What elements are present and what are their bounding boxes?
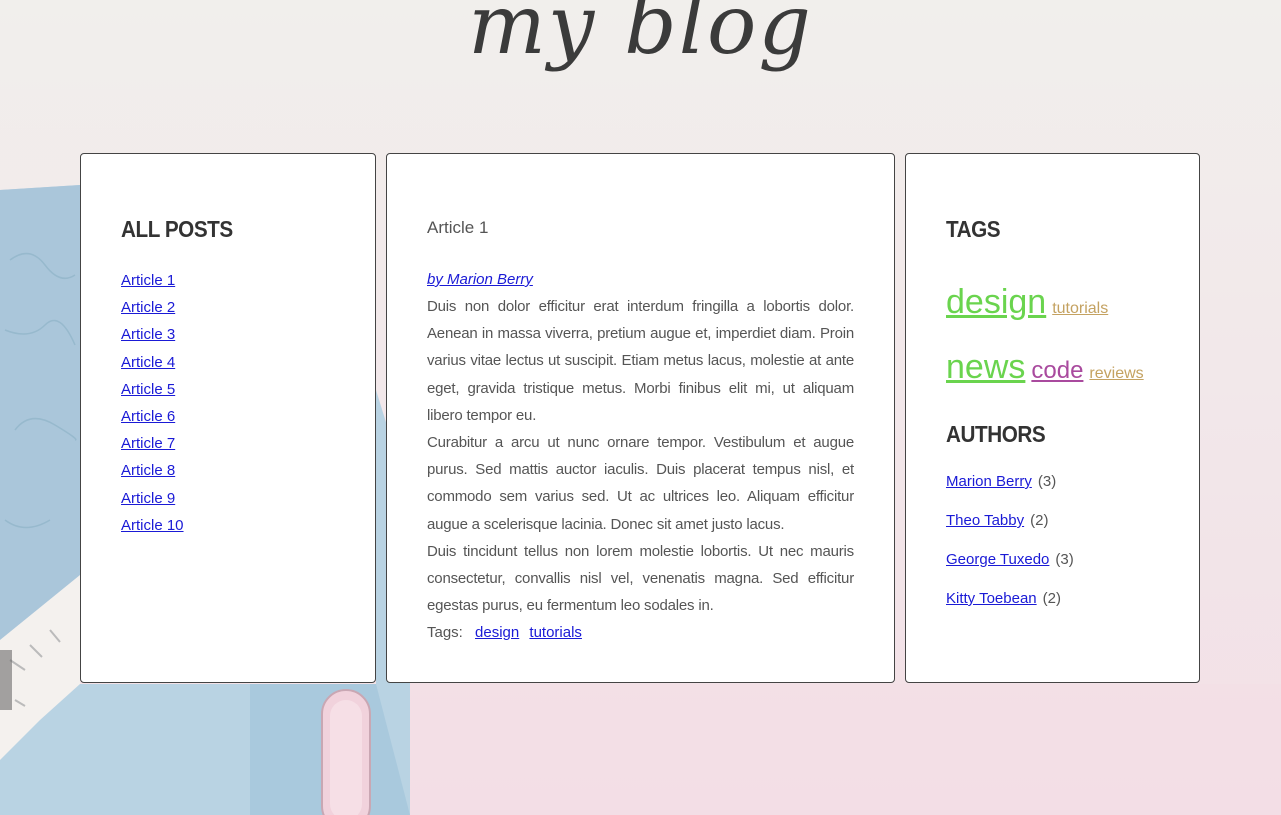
author-list: Marion Berry (3) Theo Tabby (2) George Tux…	[946, 468, 1159, 624]
all-posts-panel: ALL POSTS Article 1 Article 2 Article 3 …	[80, 153, 376, 683]
authors-heading: AUTHORS	[946, 421, 1046, 447]
article-tags: Tags: design tutorials	[427, 619, 854, 646]
list-item: Marion Berry (3)	[946, 468, 1159, 507]
list-item: Article 10	[121, 512, 335, 539]
tag-cloud: design tutorials news code reviews	[946, 273, 1159, 403]
post-link-5[interactable]: Article 5	[121, 381, 175, 398]
article-paragraph: Curabitur a arcu ut nunc ornare tempor. …	[427, 434, 854, 533]
author-post-count: (2)	[1030, 512, 1049, 529]
author-link[interactable]: Marion Berry	[946, 473, 1032, 490]
tags-heading: TAGS	[946, 216, 1001, 242]
author-link[interactable]: George Tuxedo	[946, 551, 1049, 568]
post-link-10[interactable]: Article 10	[121, 517, 184, 534]
list-item: Article 2	[121, 294, 335, 321]
all-posts-heading: ALL POSTS	[121, 216, 233, 242]
author-post-count: (3)	[1037, 473, 1057, 490]
tag-cloud-link[interactable]: tutorials	[1052, 280, 1108, 338]
list-item: Kitty Toebean (2)	[946, 585, 1159, 624]
post-link-9[interactable]: Article 9	[121, 490, 175, 507]
author-post-count: (2)	[1042, 590, 1061, 607]
article-paragraph: Duis tincidunt tellus non lorem molestie…	[427, 542, 854, 615]
list-item: Article 7	[121, 430, 335, 457]
list-item: George Tuxedo (3)	[946, 546, 1159, 585]
author-link[interactable]: Theo Tabby	[946, 512, 1024, 529]
list-item: Article 4	[121, 349, 335, 376]
list-item: Article 3	[121, 321, 335, 348]
post-link-2[interactable]: Article 2	[121, 299, 175, 316]
post-link-6[interactable]: Article 6	[121, 408, 175, 425]
post-link-7[interactable]: Article 7	[121, 435, 175, 452]
tags-authors-panel: TAGS design tutorials news code reviews AUT…	[905, 153, 1200, 683]
author-link[interactable]: Kitty Toebean	[946, 590, 1037, 607]
author-byline-link[interactable]: by Marion Berry	[427, 266, 533, 293]
post-link-4[interactable]: Article 4	[121, 354, 175, 371]
post-link-1[interactable]: Article 1	[121, 272, 175, 289]
list-item: Article 9	[121, 485, 335, 512]
list-item: Article 5	[121, 376, 335, 403]
author-post-count: (3)	[1055, 551, 1074, 568]
tag-cloud-link[interactable]: code	[1031, 342, 1083, 400]
list-item: Article 6	[121, 403, 335, 430]
article-tag-link[interactable]: tutorials	[529, 624, 582, 641]
tag-cloud-link[interactable]: reviews	[1089, 345, 1143, 403]
article-paragraph: Duis non dolor efficitur erat interdum f…	[427, 298, 854, 424]
post-list: Article 1 Article 2 Article 3 Article 4 …	[121, 267, 335, 539]
tag-cloud-link[interactable]: design	[946, 273, 1046, 331]
post-link-8[interactable]: Article 8	[121, 462, 175, 479]
article-tag-link[interactable]: design	[475, 624, 519, 641]
tag-cloud-link[interactable]: news	[946, 338, 1025, 396]
article-title: Article 1	[427, 218, 489, 237]
tags-label: Tags:	[427, 624, 463, 642]
site-title: my blog	[468, 0, 813, 73]
list-item: Article 8	[121, 457, 335, 484]
post-link-3[interactable]: Article 3	[121, 326, 175, 343]
list-item: Article 1	[121, 267, 335, 294]
article-panel: Article 1 by Marion Berry Duis non dolor…	[386, 153, 895, 683]
list-item: Theo Tabby (2)	[946, 507, 1159, 546]
